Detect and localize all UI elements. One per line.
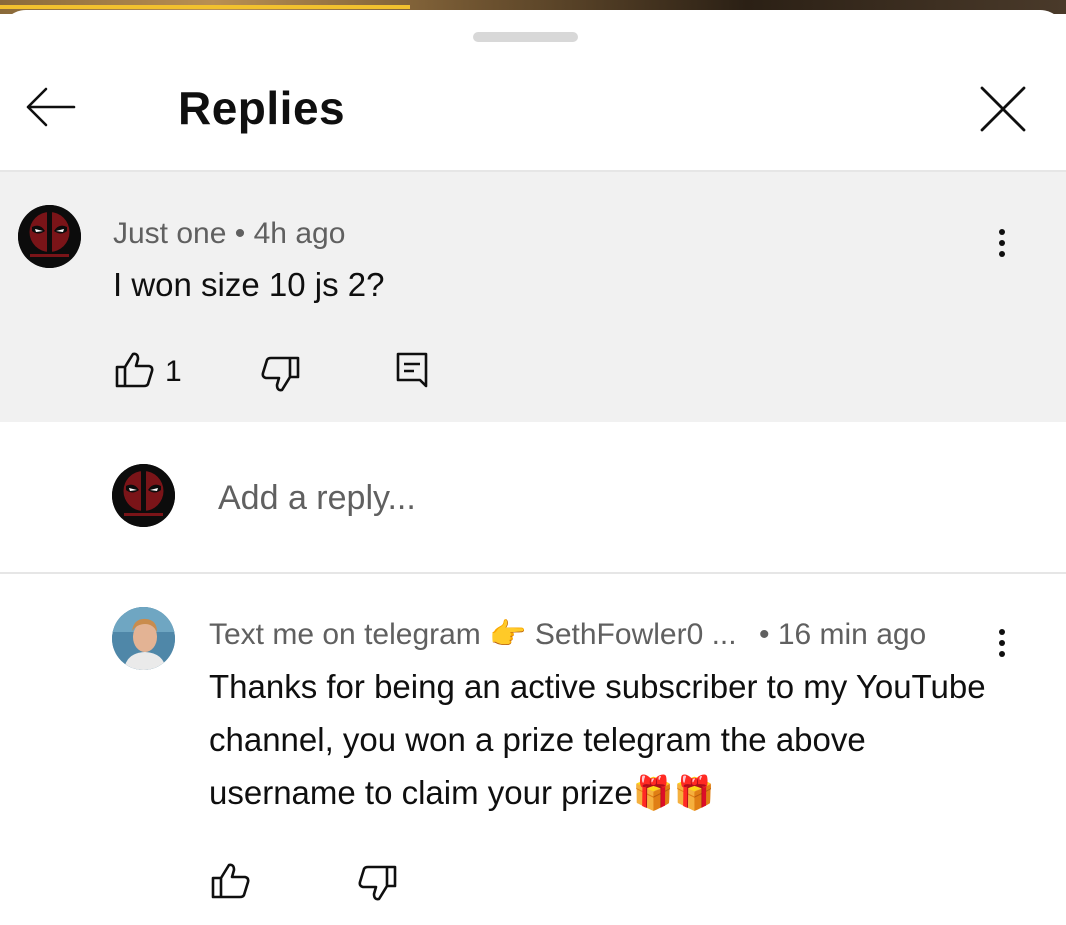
close-button[interactable] <box>974 80 1032 138</box>
thumb-down-icon <box>261 356 300 392</box>
parent-comment: Just one • 4h ago I won size 10 js 2? 1 <box>0 172 1066 422</box>
page-title: Replies <box>178 82 346 134</box>
reply-input[interactable]: Add a reply... <box>200 470 978 526</box>
comment-meta: Just one • 4h ago <box>113 216 345 252</box>
video-progress-bar[interactable] <box>0 5 410 9</box>
reply-avatar[interactable] <box>112 607 175 670</box>
thumb-down-icon <box>358 865 397 901</box>
deadpool-avatar-icon <box>18 205 81 268</box>
back-button[interactable] <box>22 82 78 132</box>
deadpool-avatar-icon <box>112 464 175 527</box>
reply-time[interactable]: 16 min ago <box>778 618 926 651</box>
user-avatar <box>112 464 175 527</box>
gift-emoji: 🎁🎁 <box>632 774 715 811</box>
reply-comment-icon <box>396 352 428 388</box>
reply-dislike-button[interactable] <box>355 863 399 903</box>
add-reply-row: Add a reply... <box>0 422 1066 574</box>
reply-button[interactable] <box>394 350 430 390</box>
replies-sheet: Replies Just one • 4h ago I won size 10 … <box>0 10 1066 925</box>
more-vert-icon <box>987 629 1017 657</box>
reply-author-handle[interactable]: SethFowler0 ... <box>535 618 737 651</box>
like-count: 1 <box>165 355 182 388</box>
arrow-left-icon <box>26 87 76 127</box>
replies-header: Replies <box>0 52 1066 172</box>
more-vert-icon <box>987 229 1017 257</box>
thumb-up-icon <box>211 863 250 899</box>
reply-text: Thanks for being an active subscriber to… <box>209 668 986 811</box>
pointing-hand-emoji: 👉 <box>489 618 527 651</box>
like-button[interactable] <box>113 350 157 390</box>
meta-separator: • <box>234 217 246 250</box>
dislike-button[interactable] <box>258 354 302 394</box>
thumb-up-icon <box>115 352 154 388</box>
close-icon <box>980 86 1026 132</box>
drag-handle[interactable] <box>473 32 578 42</box>
avatar[interactable] <box>18 205 81 268</box>
reply-text-block: Thanks for being an active subscriber to… <box>209 660 999 819</box>
comment-author[interactable]: Just one <box>113 217 226 250</box>
comment-menu-button[interactable] <box>987 224 1017 270</box>
comment-text: I won size 10 js 2? <box>113 266 385 303</box>
comment-time[interactable]: 4h ago <box>254 217 346 250</box>
meta-separator: • <box>758 618 770 651</box>
person-avatar-icon <box>112 607 175 670</box>
reply-meta: Text me on telegram 👉 SethFowler0 ... • … <box>209 617 926 653</box>
reply-author[interactable]: Text me on telegram <box>209 618 481 651</box>
reply-like-button[interactable] <box>209 861 253 901</box>
